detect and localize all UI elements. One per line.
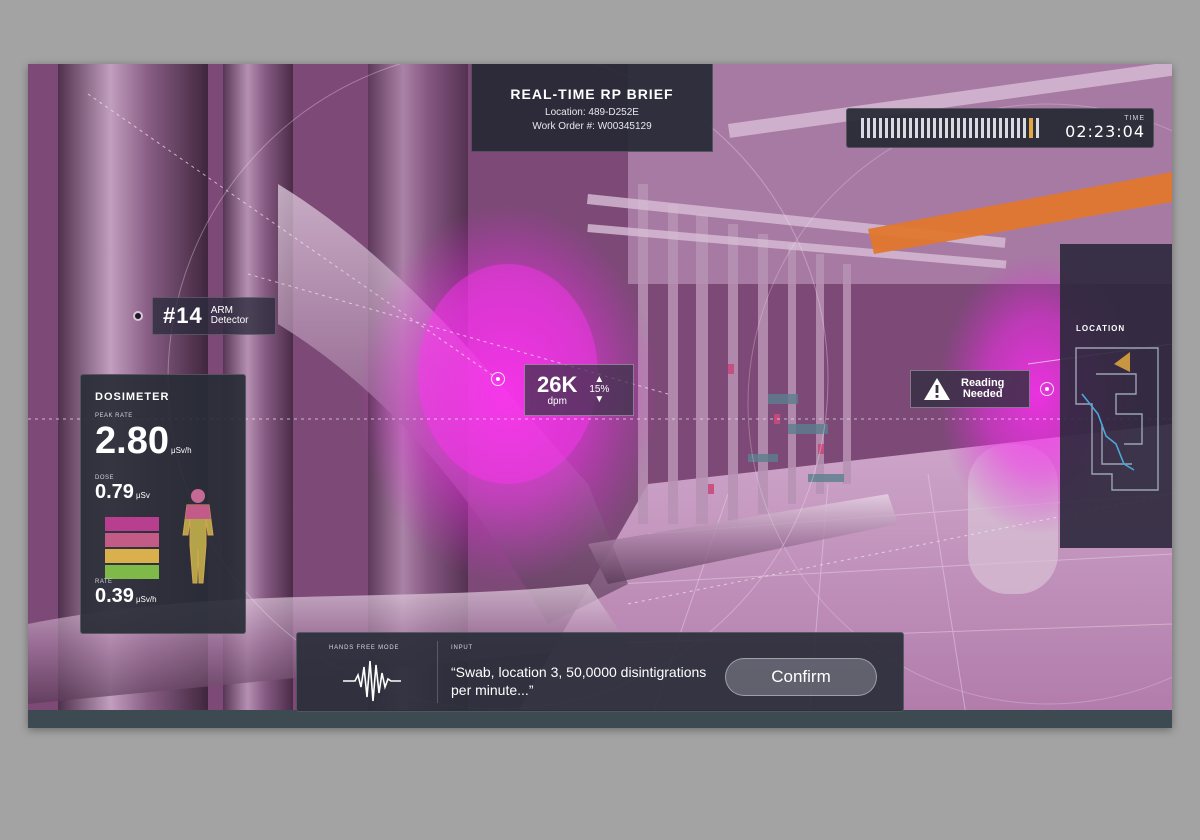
bottom-strip xyxy=(28,710,1172,728)
timer-tick xyxy=(1023,118,1026,138)
timer-tick xyxy=(969,118,972,138)
voice-input-text[interactable]: “Swab, location 3, 50,0000 disintigratio… xyxy=(451,663,721,699)
rate-number: 0.39 xyxy=(95,585,134,607)
input-label: INPUT xyxy=(451,645,473,651)
timer-tick xyxy=(903,118,906,138)
reading-needed-alert[interactable]: Reading Needed xyxy=(910,370,1030,408)
time-label: TIME xyxy=(1124,115,1145,122)
alert-target-icon[interactable] xyxy=(1040,382,1054,396)
confirm-button[interactable]: Confirm xyxy=(725,658,877,696)
timer-tick xyxy=(951,118,954,138)
timer-tick xyxy=(1029,118,1033,138)
detector-number: #14 xyxy=(163,303,203,328)
timer-tick xyxy=(861,118,864,138)
timer-tick xyxy=(867,118,870,138)
rate-unit: μSv/h xyxy=(135,595,157,604)
reading-target-icon[interactable] xyxy=(491,372,505,386)
timer-tick xyxy=(873,118,876,138)
meter-band xyxy=(105,549,159,563)
detector-label-line2: Detector xyxy=(210,315,249,326)
reading-needed-text: Reading Needed xyxy=(961,378,1004,400)
brief-location: Location: 489-D252E xyxy=(545,107,639,118)
timer-tick xyxy=(927,118,930,138)
rp-brief-panel: REAL-TIME RP BRIEF Location: 489-D252E W… xyxy=(471,64,713,152)
player-direction-icon xyxy=(1114,352,1130,372)
timer-tick xyxy=(945,118,948,138)
reading-point-tag[interactable]: 26K dpm ▲ 15% ▼ xyxy=(524,364,634,416)
timer-tick xyxy=(885,118,888,138)
dose-unit: μSv xyxy=(135,491,150,500)
timer-panel: TIME 02:23:04 xyxy=(846,108,1154,148)
timer-tick xyxy=(987,118,990,138)
timer-tick xyxy=(1017,118,1020,138)
dosimeter-title: DOSIMETER xyxy=(95,391,170,403)
arm-detector-tag[interactable]: #14 ARM Detector xyxy=(152,297,276,335)
timer-tick xyxy=(1011,118,1014,138)
dosimeter-panel: DOSIMETER PEAK RATE 2.80 μSv/h DOSE 0.79 μ… xyxy=(80,374,246,634)
detector-marker-icon[interactable] xyxy=(133,311,143,321)
warning-icon xyxy=(924,378,950,400)
timer-tick xyxy=(1005,118,1008,138)
timer-tick xyxy=(933,118,936,138)
time-value: 02:23:04 xyxy=(1065,122,1145,141)
timer-tick xyxy=(897,118,900,138)
timer-tick xyxy=(975,118,978,138)
detector-label: ARM Detector xyxy=(211,306,249,326)
peak-rate-unit: μSv/h xyxy=(170,446,192,455)
alert-line2: Needed xyxy=(962,388,1003,400)
body-figure-icon xyxy=(182,489,214,584)
timer-tick xyxy=(915,118,918,138)
meter-band xyxy=(105,565,159,579)
timer-tick xyxy=(1036,118,1039,138)
dose-number: 0.79 xyxy=(95,481,134,503)
dose-level-meter xyxy=(105,517,159,579)
ar-headset-view: REAL-TIME RP BRIEF Location: 489-D252E W… xyxy=(28,64,1172,728)
arrow-down-icon: ▼ xyxy=(594,394,605,405)
voice-divider xyxy=(437,641,438,703)
location-label: LOCATION xyxy=(1076,324,1126,333)
rate-block: RATE 0.39 μSv/h xyxy=(95,579,157,608)
reading-unit: dpm xyxy=(547,395,567,407)
brief-title: REAL-TIME RP BRIEF xyxy=(510,86,674,102)
floor-map xyxy=(1075,347,1159,491)
timer-tick xyxy=(939,118,942,138)
hands-free-label: HANDS FREE MODE xyxy=(329,645,400,651)
voice-input-bar: HANDS FREE MODE INPUT “Swab, location 3,… xyxy=(296,632,904,712)
timer-tick xyxy=(981,118,984,138)
timer-tick xyxy=(921,118,924,138)
timer-tick xyxy=(999,118,1002,138)
timer-tick xyxy=(879,118,882,138)
timer-tick xyxy=(909,118,912,138)
location-panel: LOCATION xyxy=(1060,244,1172,548)
reading-delta: ▲ 15% ▼ xyxy=(589,375,609,405)
timer-tick xyxy=(957,118,960,138)
timer-tick xyxy=(891,118,894,138)
meter-band xyxy=(105,517,159,531)
peak-rate-value: 2.80 μSv/h xyxy=(95,421,231,471)
voice-waveform-icon xyxy=(343,660,401,702)
meter-band xyxy=(105,533,159,547)
reading-value: 26K xyxy=(537,371,578,397)
reading-value-block: 26K dpm xyxy=(537,371,578,407)
timer-tick xyxy=(993,118,996,138)
timer-progress-ticks xyxy=(861,118,1039,138)
rate-value: 0.39 μSv/h xyxy=(95,585,157,608)
timer-tick xyxy=(963,118,966,138)
peak-rate-label: PEAK RATE xyxy=(95,413,133,419)
brief-work-order: Work Order #: W00345129 xyxy=(532,121,652,132)
peak-rate-number: 2.80 xyxy=(95,420,169,462)
